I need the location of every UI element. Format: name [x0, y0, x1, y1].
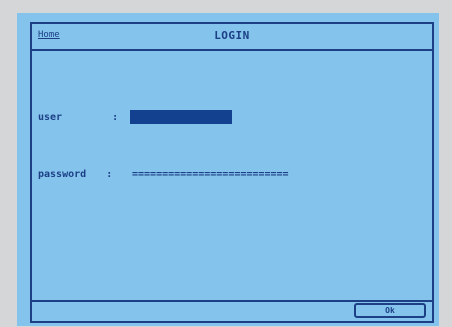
login-window: Home LOGIN user : password : ===========…	[30, 22, 434, 323]
password-label-text: password	[38, 169, 87, 180]
password-label: password :	[38, 169, 112, 180]
password-separator: :	[106, 169, 113, 180]
password-input[interactable]: ==========================	[132, 169, 289, 180]
user-label: user :	[38, 112, 118, 123]
title-bar: Home LOGIN	[32, 24, 432, 51]
status-bar: Ok	[32, 300, 432, 321]
ok-button[interactable]: Ok	[354, 303, 426, 318]
window-title: LOGIN	[214, 29, 250, 42]
login-screen: Home LOGIN user : password : ===========…	[17, 13, 439, 326]
user-label-text: user	[38, 112, 63, 123]
user-separator: :	[112, 112, 119, 123]
user-input[interactable]	[130, 110, 232, 124]
